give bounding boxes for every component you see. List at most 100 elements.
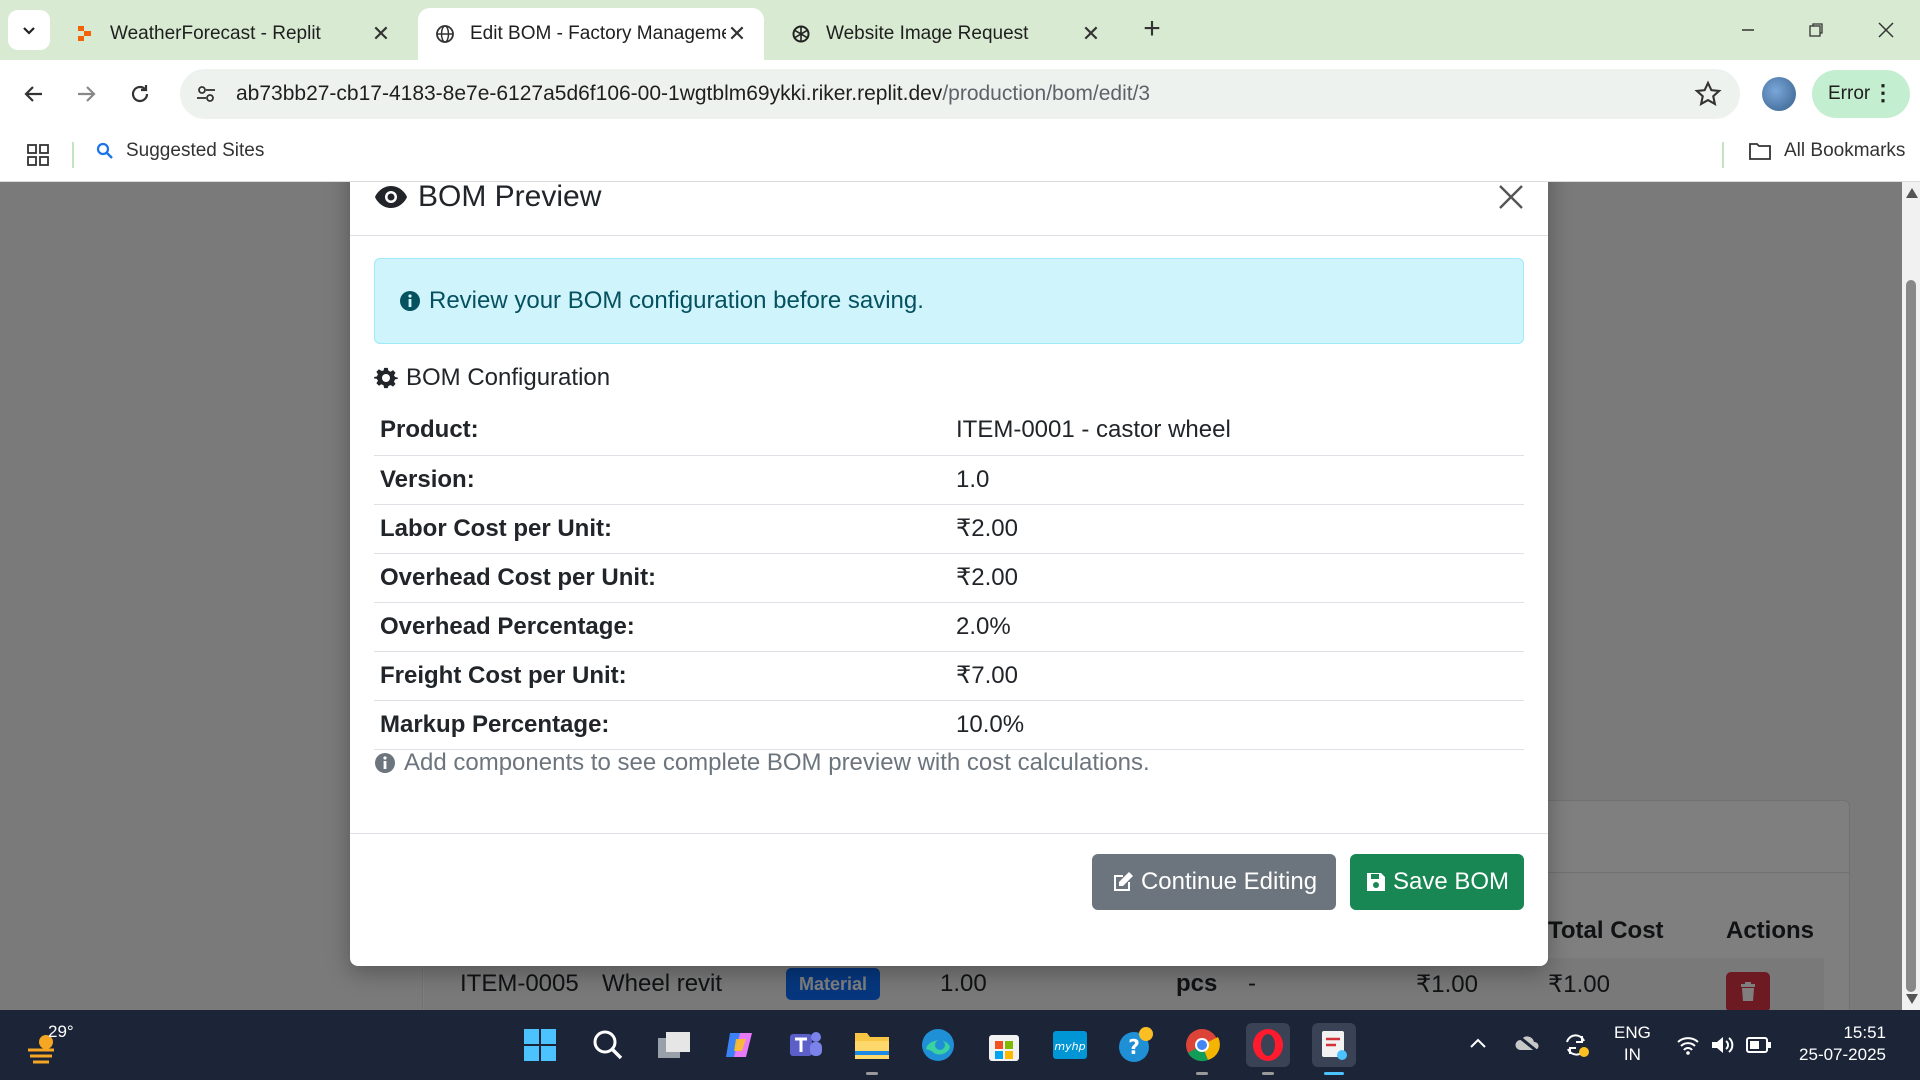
wifi-icon[interactable]	[1676, 1034, 1700, 1056]
openai-icon	[790, 23, 812, 45]
svg-text:?: ?	[1128, 1035, 1140, 1059]
tab-title: Edit BOM - Factory Management	[470, 23, 726, 44]
minimize-icon	[1742, 29, 1754, 31]
edge-button[interactable]	[916, 1023, 960, 1067]
file-explorer-button[interactable]	[850, 1023, 894, 1075]
chrome-icon	[1186, 1029, 1220, 1062]
back-button[interactable]	[14, 74, 54, 114]
tab-weatherforecast[interactable]: WeatherForecast - Replit ✕	[58, 8, 408, 60]
bookmark-label: All Bookmarks	[1784, 140, 1906, 161]
volume-icon[interactable]	[1710, 1034, 1736, 1056]
close-tab-icon[interactable]: ✕	[1080, 21, 1102, 46]
battery-icon[interactable]	[1746, 1036, 1772, 1054]
url-path: /production/bom/edit/3	[942, 82, 1151, 105]
close-tab-icon[interactable]: ✕	[726, 21, 748, 46]
scroll-down-arrow-icon[interactable]	[1906, 994, 1918, 1004]
tab-title: WeatherForecast - Replit	[110, 23, 321, 44]
myhp-icon: myhp	[1053, 1031, 1087, 1059]
help-button[interactable]: ?	[1114, 1023, 1158, 1067]
bookmarks-bar: Suggested Sites All Bookmarks	[0, 128, 1920, 182]
close-icon	[1878, 22, 1894, 38]
reload-button[interactable]	[120, 74, 160, 114]
tab-search-button[interactable]	[8, 10, 50, 50]
profile-avatar[interactable]	[1762, 77, 1796, 111]
bookmark-suggested-sites[interactable]: Suggested Sites	[96, 140, 264, 162]
close-window-button[interactable]	[1856, 10, 1916, 50]
tab-edit-bom[interactable]: Edit BOM - Factory Management ✕	[418, 8, 764, 60]
gear-icon	[374, 367, 398, 389]
sync-icon[interactable]	[1562, 1032, 1590, 1058]
folder-icon	[1749, 143, 1771, 160]
restore-button[interactable]	[1786, 10, 1846, 50]
help-icon: ?	[1119, 1027, 1153, 1062]
search-icon	[593, 1030, 623, 1060]
save-bom-button[interactable]: Save BOM	[1350, 854, 1524, 910]
close-tab-icon[interactable]: ✕	[370, 21, 392, 46]
chrome-button[interactable]	[1180, 1023, 1224, 1075]
new-tab-button[interactable]: +	[1136, 14, 1168, 46]
weather-widget[interactable]: 29°	[24, 1022, 84, 1068]
onedrive-icon[interactable]	[1514, 1032, 1542, 1056]
language-indicator[interactable]: ENG IN	[1614, 1022, 1651, 1066]
folder-icon	[855, 1033, 889, 1059]
section-heading-text: BOM Configuration	[406, 364, 611, 391]
browser-toolbar: ab73bb27-cb17-4183-8e7e-6127a5d6f106-00-…	[0, 60, 1920, 128]
page-scrollbar[interactable]	[1902, 182, 1920, 1010]
url-text: ab73bb27-cb17-4183-8e7e-6127a5d6f106-00-…	[236, 82, 1150, 106]
tab-website-image-request[interactable]: Website Image Request ✕	[774, 8, 1118, 60]
config-value: 2.0%	[950, 602, 1524, 652]
bookmark-label: Suggested Sites	[126, 140, 265, 161]
copilot-icon	[726, 1033, 752, 1057]
error-label: Error	[1828, 83, 1871, 104]
snipping-tool-button[interactable]	[1312, 1023, 1356, 1075]
bookmark-star-icon[interactable]	[1694, 80, 1722, 108]
continue-editing-button[interactable]: Continue Editing	[1092, 854, 1336, 910]
chevron-down-icon	[23, 27, 35, 35]
start-button[interactable]	[518, 1023, 562, 1067]
close-icon[interactable]	[1496, 182, 1526, 212]
modal-title: BOM Preview	[374, 182, 601, 214]
eye-icon	[375, 186, 407, 208]
myhp-button[interactable]: myhp	[1048, 1023, 1092, 1067]
bom-preview-modal: BOM Preview Review your BOM configuratio…	[350, 182, 1548, 966]
apps-grid-icon[interactable]	[26, 143, 50, 167]
config-label: Version:	[374, 455, 950, 505]
task-view-button[interactable]	[652, 1023, 696, 1067]
edge-icon	[922, 1029, 954, 1061]
components-note: Add components to see complete BOM previ…	[374, 749, 1150, 777]
teams-button[interactable]	[784, 1023, 828, 1067]
chevron-up-icon[interactable]	[1468, 1034, 1488, 1054]
windows-taskbar: 29° myhp ? ENG IN 15:51 25-07-2025	[0, 1010, 1920, 1080]
all-bookmarks-button[interactable]: All Bookmarks	[1748, 140, 1905, 162]
address-bar[interactable]: ab73bb27-cb17-4183-8e7e-6127a5d6f106-00-…	[180, 69, 1740, 119]
copilot-button[interactable]	[718, 1023, 762, 1067]
running-indicator	[1196, 1072, 1208, 1075]
section-heading: BOM Configuration	[374, 364, 610, 392]
config-value: ₹2.00	[950, 553, 1524, 603]
scrollbar-thumb[interactable]	[1906, 280, 1916, 992]
config-value: 1.0	[950, 455, 1524, 505]
windows-logo-icon	[524, 1029, 556, 1061]
opera-button[interactable]	[1246, 1023, 1290, 1075]
info-alert-text: Review your BOM configuration before sav…	[429, 287, 924, 314]
config-value: ITEM-0001 - castor wheel	[950, 406, 1524, 456]
system-clock[interactable]: 15:51 25-07-2025	[1786, 1022, 1886, 1066]
save-icon	[1366, 873, 1385, 891]
bookmarks-divider	[1722, 142, 1724, 168]
config-value: 10.0%	[950, 700, 1524, 750]
weather-temp: 29°	[48, 1022, 74, 1041]
scroll-up-arrow-icon[interactable]	[1906, 188, 1918, 198]
minimize-button[interactable]	[1718, 10, 1778, 50]
site-settings-icon[interactable]	[188, 76, 224, 112]
store-button[interactable]	[982, 1023, 1026, 1067]
config-row: Labor Cost per Unit: ₹2.00	[374, 504, 1524, 554]
task-view-icon	[658, 1032, 690, 1058]
error-menu-button[interactable]: Error ⋮	[1812, 70, 1910, 118]
replit-icon	[74, 23, 96, 45]
arrow-right-icon	[78, 86, 96, 102]
config-value: ₹2.00	[950, 504, 1524, 554]
config-row: Overhead Cost per Unit: ₹2.00	[374, 553, 1524, 603]
taskbar-search[interactable]	[586, 1023, 630, 1067]
config-row: Freight Cost per Unit: ₹7.00	[374, 651, 1524, 701]
forward-button[interactable]	[66, 74, 106, 114]
